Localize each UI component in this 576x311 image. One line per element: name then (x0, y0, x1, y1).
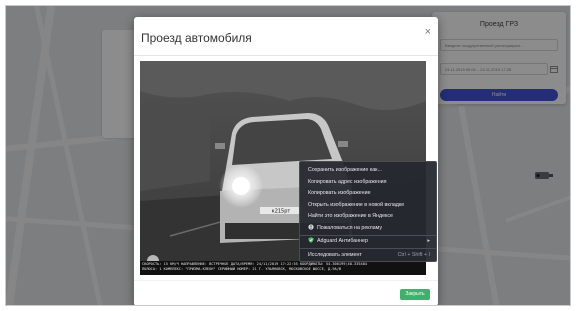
menu-item-label: Копировать изображение (308, 190, 371, 196)
menu-item-inspect[interactable]: Исследовать элемент Ctrl + Shift + I (300, 250, 436, 262)
menu-item-copy-image-address[interactable]: Копировать адрес изображения (300, 177, 436, 189)
menu-item-label: Adguard Антибаннер (317, 238, 368, 244)
menu-item-copy-image[interactable]: Копировать изображение (300, 188, 436, 200)
menu-item-search-yandex[interactable]: Найти это изображение в Яндексе (300, 211, 436, 223)
divider (134, 280, 438, 281)
caption-line-2: ПОЛОСА: 1 КОМПЛЕКС: "ПРИЗМА-КЛЕОН" СЕРИЙ… (142, 267, 342, 271)
modal-title: Проезд автомобиля (141, 31, 252, 45)
menu-item-open-image-new-tab[interactable]: Открыть изображение в новой вкладке (300, 200, 436, 212)
close-button[interactable]: Закрыть (400, 289, 430, 300)
photo-caption: СКОРОСТЬ: 15 КМ/Ч НАПРАВЛЕНИЕ: ВСТРЕЧНОЕ… (140, 261, 426, 275)
menu-item-shortcut: Ctrl + Shift + I (397, 251, 430, 258)
report-icon (308, 223, 314, 230)
adguard-shield-icon (308, 237, 314, 243)
browser-viewport: Проезд ГРЗ Введите государственный регис… (5, 5, 571, 306)
menu-item-label: Найти это изображение в Яндексе (308, 213, 393, 219)
divider (134, 55, 438, 56)
menu-item-label: Пожаловаться на рекламу (317, 224, 383, 231)
chevron-right-icon: ▸ (427, 238, 430, 244)
menu-item-label: Копировать адрес изображения (308, 178, 387, 185)
close-icon[interactable]: × (425, 26, 431, 38)
menu-item-save-image[interactable]: Сохранить изображение как... (300, 165, 436, 177)
menu-item-label: Открыть изображение в новой вкладке (308, 201, 405, 208)
menu-item-label: Сохранить изображение как... (308, 167, 382, 173)
menu-item-report-ad[interactable]: Пожаловаться на рекламу (300, 223, 436, 235)
context-menu: Сохранить изображение как... Копировать … (299, 161, 437, 262)
license-plate-text: к215рт (272, 209, 291, 215)
menu-item-label: Исследовать элемент (308, 251, 362, 258)
menu-item-adguard[interactable]: Adguard Антибаннер ▸ (300, 236, 436, 248)
